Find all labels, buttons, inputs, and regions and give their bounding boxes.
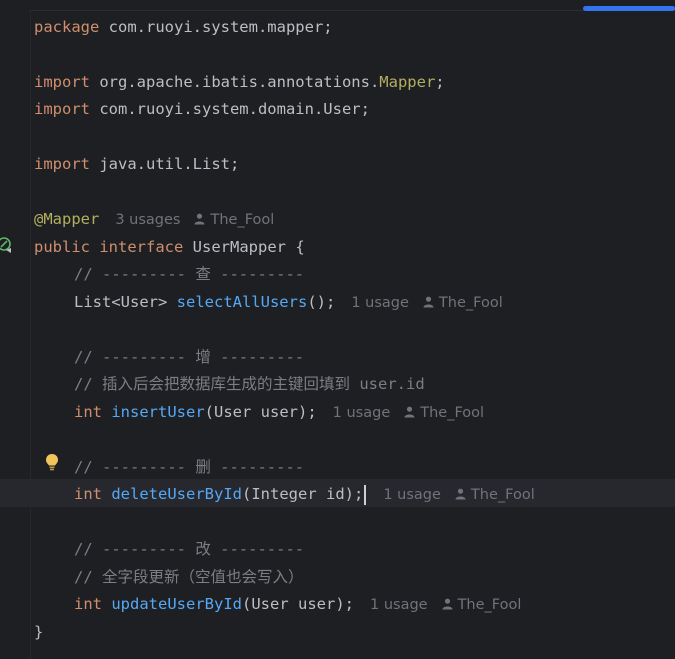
- person-icon: [423, 293, 434, 315]
- import-path: com.ruoyi.system.domain.User;: [90, 100, 370, 118]
- keyword: package: [34, 18, 100, 36]
- comment: // 全字段更新（空值也会写入）: [74, 568, 304, 586]
- interface-name: UserMapper {: [183, 238, 305, 256]
- method-args: (User user);: [204, 403, 317, 421]
- keyword: interface: [99, 238, 184, 256]
- code-line-comment-delete[interactable]: // --------- 删 ---------: [34, 456, 304, 478]
- code-line-import-1[interactable]: import org.apache.ibatis.annotations.Map…: [34, 71, 445, 93]
- person-icon: [194, 210, 205, 232]
- author-hint[interactable]: The_Fool: [458, 597, 522, 613]
- import-path: java.util.List;: [90, 155, 240, 173]
- keyword: import: [34, 155, 90, 173]
- code-line-select-all[interactable]: List<User> selectAllUsers(); 1 usage The_F…: [34, 291, 503, 313]
- code-line-comment-add-note[interactable]: // 插入后会把数据库生成的主键回填到 user.id: [34, 373, 425, 395]
- keyword: public: [34, 238, 90, 256]
- author-hint[interactable]: The_Fool: [420, 405, 484, 421]
- usages-hint[interactable]: 1 usage: [351, 295, 409, 311]
- code-line-interface[interactable]: public interface UserMapper {: [34, 236, 305, 258]
- keyword: int: [74, 485, 102, 503]
- author-hint[interactable]: The_Fool: [439, 295, 503, 311]
- code-line-delete[interactable]: int deleteUserById(Integer id); 1 usage Th…: [34, 483, 535, 505]
- semicolon: ;: [435, 73, 445, 91]
- method-args: ();: [307, 293, 336, 311]
- keyword: int: [74, 595, 102, 613]
- code-editor[interactable]: package com.ruoyi.system.mapper; import …: [0, 0, 675, 659]
- keyword: import: [34, 100, 90, 118]
- code-line-comment-update-note[interactable]: // 全字段更新（空值也会写入）: [34, 566, 304, 588]
- code-line-close[interactable]: }: [34, 621, 43, 643]
- comment: // 插入后会把数据库生成的主键回填到 user.id: [74, 375, 425, 393]
- comment: // --------- 改 ---------: [74, 540, 305, 558]
- usages-hint[interactable]: 1 usage: [383, 487, 441, 503]
- comment: // --------- 增 ---------: [74, 348, 305, 366]
- keyword: int: [74, 403, 102, 421]
- return-type: List<User>: [74, 293, 177, 311]
- usages-hint[interactable]: 3 usages: [115, 212, 180, 228]
- import-path: org.apache.ibatis.annotations.: [90, 73, 380, 91]
- code-line-import-2[interactable]: import com.ruoyi.system.domain.User;: [34, 98, 370, 120]
- method-name: updateUserById: [111, 595, 242, 613]
- usages-hint[interactable]: 1 usage: [370, 597, 428, 613]
- annotation: @Mapper: [34, 210, 100, 228]
- author-hint[interactable]: The_Fool: [210, 212, 274, 228]
- keyword: import: [34, 73, 90, 91]
- import-class: Mapper: [379, 73, 436, 91]
- method-name: insertUser: [111, 403, 205, 421]
- comment: // --------- 查 ---------: [74, 265, 305, 283]
- person-icon: [404, 403, 415, 425]
- method-args: (Integer id): [242, 485, 354, 503]
- closing-brace: }: [34, 623, 44, 641]
- package-name: com.ruoyi.system.mapper;: [99, 18, 333, 36]
- code-line-package[interactable]: package com.ruoyi.system.mapper;: [34, 16, 333, 38]
- author-hint[interactable]: The_Fool: [471, 487, 535, 503]
- person-icon: [455, 485, 466, 507]
- code-line-comment-add[interactable]: // --------- 增 ---------: [34, 346, 304, 368]
- code-line-annotation[interactable]: @Mapper 3 usages The_Fool: [34, 208, 274, 230]
- person-icon: [442, 595, 453, 617]
- semicolon: ;: [353, 485, 364, 503]
- code-line-import-3[interactable]: import java.util.List;: [34, 153, 239, 175]
- method-name: selectAllUsers: [176, 293, 308, 311]
- code-line-update[interactable]: int updateUserById(User user); 1 usage The…: [34, 593, 521, 615]
- code-line-comment-query[interactable]: // --------- 查 ---------: [34, 263, 304, 285]
- method-args: (User user);: [242, 595, 354, 613]
- code-line-comment-update[interactable]: // --------- 改 ---------: [34, 538, 304, 560]
- code-line-insert[interactable]: int insertUser(User user); 1 usage The_Foo…: [34, 401, 484, 423]
- usages-hint[interactable]: 1 usage: [333, 405, 391, 421]
- method-name: deleteUserById: [111, 485, 242, 503]
- comment: // --------- 删 ---------: [74, 458, 305, 476]
